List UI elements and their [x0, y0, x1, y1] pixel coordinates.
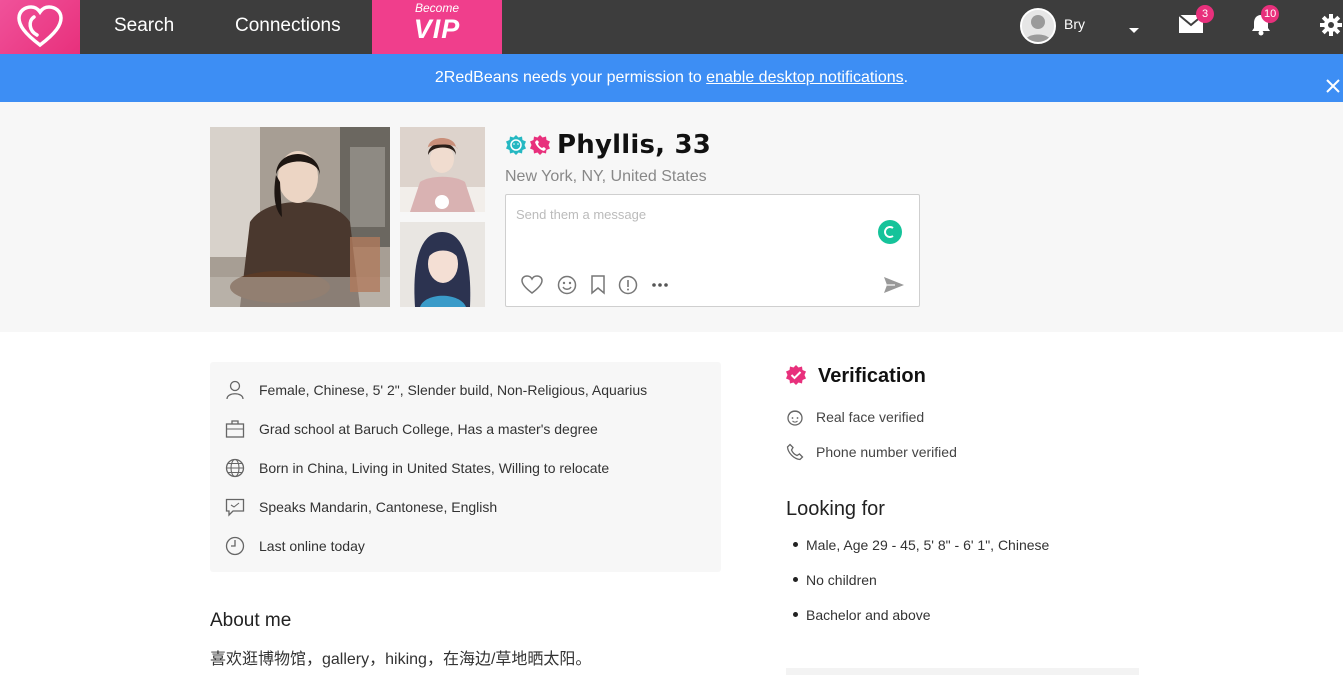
photo-placeholder	[210, 127, 390, 307]
chevron-down-icon	[1129, 28, 1139, 33]
verification-heading: Verification	[818, 365, 926, 387]
smiley-icon	[557, 275, 577, 295]
banner-text-end: .	[903, 69, 909, 86]
info-row-basics: Female, Chinese, 5' 2", Slender build, N…	[224, 375, 647, 405]
person-icon	[224, 379, 246, 401]
default-avatar-icon	[1022, 10, 1054, 42]
photo-placeholder	[400, 127, 485, 212]
gear-icon	[1320, 14, 1342, 36]
app-logo[interactable]	[0, 0, 80, 54]
heart-logo-icon	[17, 5, 63, 48]
photo-placeholder	[400, 222, 485, 307]
heart-icon	[521, 275, 543, 294]
verification-phone-row: Phone number verified	[786, 443, 957, 461]
looking-for-item: Male, Age 29 - 45, 5' 8" - 6' 1", Chines…	[793, 537, 1049, 553]
briefcase-icon	[224, 418, 246, 440]
face-icon	[786, 408, 804, 426]
become-vip-button[interactable]: Become VIP	[372, 0, 502, 54]
close-icon	[1326, 79, 1340, 93]
messages-count-badge: 3	[1196, 5, 1214, 23]
info-location-text: Born in China, Living in United States, …	[259, 460, 610, 476]
account-menu-caret[interactable]	[1128, 20, 1140, 39]
enable-notifications-link[interactable]: enable desktop notifications	[706, 69, 903, 86]
verification-badges	[505, 134, 551, 156]
bookmark-button[interactable]	[590, 275, 606, 299]
info-row-last-online: Last online today	[224, 531, 365, 561]
looking-for-item: Bachelor and above	[793, 607, 931, 623]
more-dots-icon	[652, 283, 668, 287]
close-banner-button[interactable]	[1323, 68, 1343, 93]
grammar-c-icon	[884, 226, 894, 238]
emoji-button[interactable]	[557, 275, 577, 299]
top-nav: Search Connections Become VIP Bry 3 10	[0, 0, 1343, 54]
info-row-location: Born in China, Living in United States, …	[224, 453, 609, 483]
profile-photo-2[interactable]	[400, 127, 485, 212]
more-options-button[interactable]	[651, 277, 669, 297]
verification-face-row: Real face verified	[786, 408, 924, 426]
profile-photo-3[interactable]	[400, 222, 485, 307]
like-button[interactable]	[521, 275, 543, 299]
exclamation-icon	[618, 275, 638, 295]
phone-icon	[786, 443, 804, 461]
nav-search[interactable]: Search	[114, 0, 174, 54]
message-composer[interactable]: Send them a message	[505, 194, 920, 307]
info-basics-text: Female, Chinese, 5' 2", Slender build, N…	[259, 382, 648, 398]
nav-connections[interactable]: Connections	[235, 0, 341, 54]
user-avatar[interactable]	[1020, 8, 1056, 44]
clock-icon	[224, 535, 246, 557]
phone-verified-text: Phone number verified	[816, 444, 957, 460]
vip-become-label: Become	[414, 1, 460, 15]
desktop-notification-banner: 2RedBeans needs your permission to enabl…	[0, 54, 1343, 102]
settings-button[interactable]	[1320, 14, 1342, 40]
profile-location: New York, NY, United States	[505, 168, 707, 185]
looking-for-item: No children	[793, 572, 877, 588]
banner-text: 2RedBeans needs your permission to	[434, 69, 707, 86]
face-verified-text: Real face verified	[816, 409, 925, 425]
profile-info-card: Female, Chinese, 5' 2", Slender build, N…	[210, 362, 721, 572]
info-row-education: Grad school at Baruch College, Has a mas…	[224, 414, 598, 444]
chat-icon	[224, 496, 246, 518]
info-row-languages: Speaks Mandarin, Cantonese, English	[224, 492, 497, 522]
bookmark-icon	[591, 275, 605, 295]
about-me-text: 喜欢逛博物馆，gallery，hiking，在海边/草地晒太阳。	[210, 651, 592, 668]
face-verified-badge-icon	[506, 135, 526, 155]
info-last-online-text: Last online today	[259, 538, 365, 554]
notifications-count-badge: 10	[1261, 5, 1280, 23]
phone-verified-badge-icon	[530, 135, 550, 155]
report-button[interactable]	[618, 275, 638, 299]
message-input[interactable]: Send them a message	[516, 207, 646, 222]
verified-check-icon	[785, 364, 807, 390]
looking-for-heading: Looking for	[786, 498, 885, 520]
profile-name: Phyllis, 33	[557, 130, 712, 160]
info-languages-text: Speaks Mandarin, Cantonese, English	[259, 499, 498, 515]
send-icon	[884, 277, 904, 293]
info-education-text: Grad school at Baruch College, Has a mas…	[259, 421, 598, 437]
about-me-heading: About me	[210, 610, 292, 631]
main-profile-photo[interactable]	[210, 127, 390, 307]
send-button[interactable]	[883, 275, 905, 299]
globe-icon	[224, 457, 246, 479]
grammar-assistant-icon[interactable]	[878, 220, 902, 244]
username[interactable]: Bry	[1064, 16, 1085, 32]
vip-label: VIP	[413, 14, 461, 44]
next-section-edge	[786, 668, 1139, 675]
